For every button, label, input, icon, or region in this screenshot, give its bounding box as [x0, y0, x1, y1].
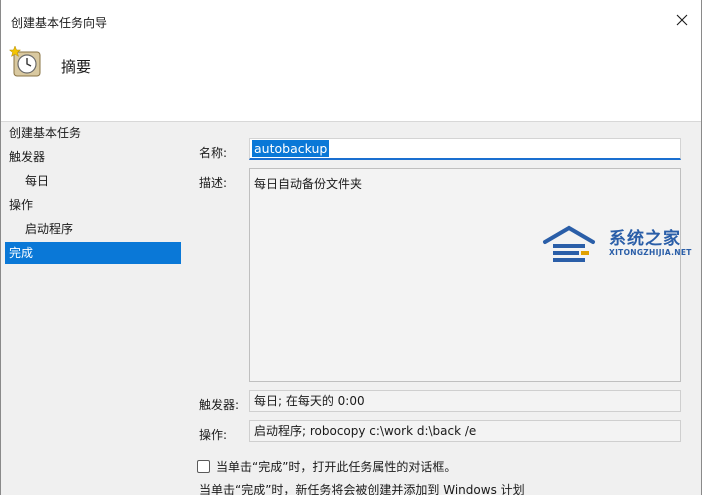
action-label: 操作:	[199, 428, 228, 442]
wizard-window: 创建基本任务向导 摘要 创建基本任务 触发器 每日 操作 启动程序 完成 名称:…	[0, 0, 702, 495]
name-value: autobackup	[252, 140, 330, 157]
name-input[interactable]: autobackup	[249, 138, 681, 160]
finish-note: 当单击“完成”时，新任务将会被创建并添加到 Windows 计划	[199, 483, 525, 495]
wizard-header: 摘要	[1, 38, 701, 122]
trigger-label: 触发器:	[199, 398, 240, 412]
watermark: 系统之家 XITONGZHIJIA.NET	[539, 222, 699, 266]
step-start-program[interactable]: 启动程序	[5, 218, 181, 240]
watermark-url: XITONGZHIJIA.NET	[609, 248, 692, 257]
house-logo-icon	[543, 225, 595, 262]
step-trigger[interactable]: 触发器	[5, 146, 181, 168]
watermark-text: 系统之家	[609, 229, 681, 249]
description-textarea[interactable]: 每日自动备份文件夹	[249, 168, 681, 382]
step-create-basic-task[interactable]: 创建基本任务	[5, 122, 181, 144]
step-finish[interactable]: 完成	[5, 242, 181, 264]
window-title: 创建基本任务向导	[11, 16, 108, 30]
title-bar: 创建基本任务向导	[1, 0, 701, 38]
description-label: 描述:	[199, 176, 228, 190]
name-label: 名称:	[199, 146, 228, 160]
close-icon	[676, 14, 688, 26]
summary-panel: 名称: autobackup 描述: 每日自动备份文件夹 触发器: 每日; 在每…	[183, 122, 701, 495]
description-value: 每日自动备份文件夹	[254, 177, 363, 191]
page-title: 摘要	[61, 58, 92, 76]
action-summary-field: 启动程序; robocopy c:\work d:\back /e	[249, 420, 681, 442]
task-clock-icon	[9, 45, 41, 77]
open-properties-checkbox-row[interactable]: 当单击“完成”时，打开此任务属性的对话框。	[197, 458, 456, 474]
close-button[interactable]	[667, 6, 697, 34]
step-daily[interactable]: 每日	[5, 170, 181, 192]
trigger-summary-field: 每日; 在每天的 0:00	[249, 390, 681, 412]
open-properties-checkbox[interactable]	[197, 459, 210, 473]
open-properties-checkbox-label[interactable]: 当单击“完成”时，打开此任务属性的对话框。	[216, 458, 456, 475]
step-action[interactable]: 操作	[5, 194, 181, 216]
wizard-steps-nav: 创建基本任务 触发器 每日 操作 启动程序 完成	[5, 122, 181, 495]
